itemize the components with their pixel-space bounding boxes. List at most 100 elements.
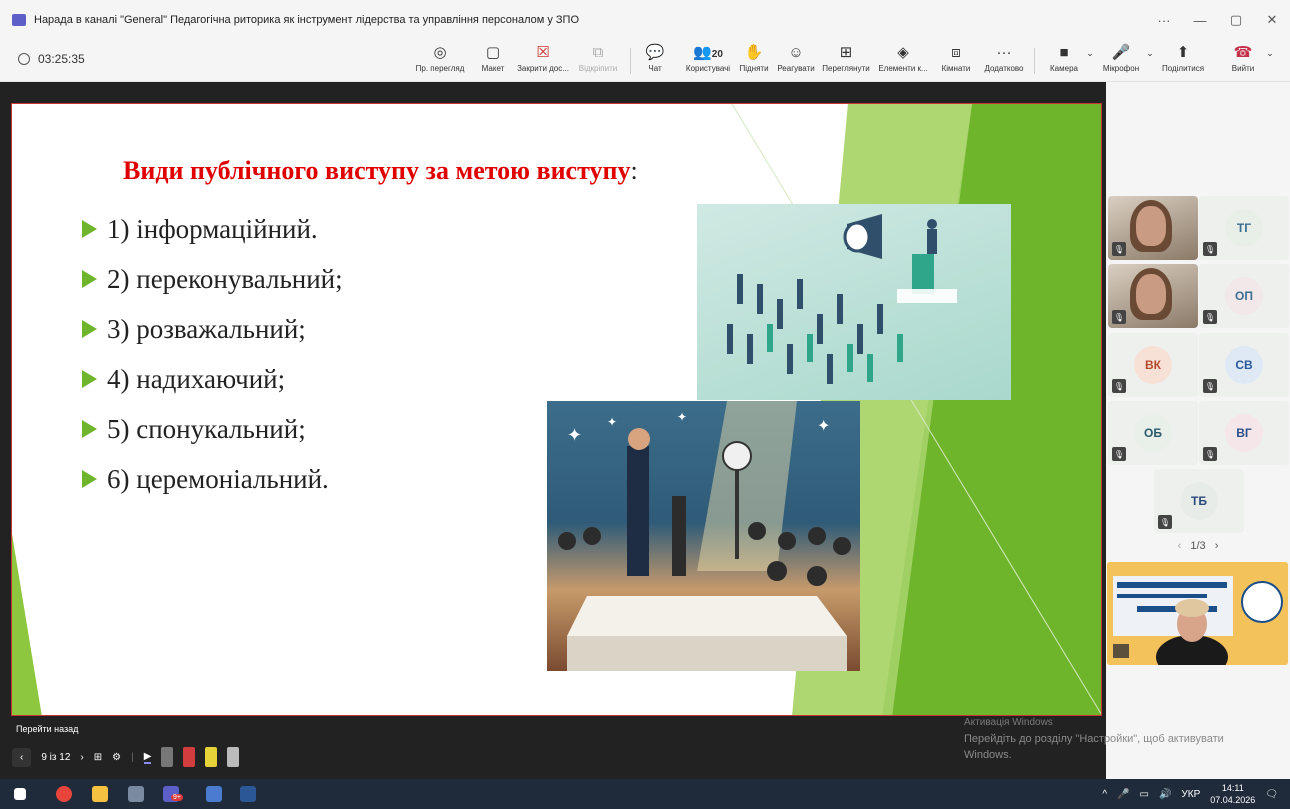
pen-icon[interactable]: [161, 747, 174, 767]
share-button[interactable]: ⬆ Поділитися: [1160, 40, 1206, 82]
popout-icon: ⧉: [592, 44, 604, 61]
chat-button[interactable]: 💬 Чат: [642, 40, 668, 82]
start-icon[interactable]: [14, 788, 26, 800]
apps-button[interactable]: ◈ Елементи к...: [877, 40, 929, 82]
slide-navigation: ‹ 9 із 12 › ⊞ ⚙ | ▶: [12, 742, 240, 772]
participant-tile[interactable]: ТГ 🎙: [1199, 196, 1289, 260]
presenter-video[interactable]: [1107, 562, 1288, 665]
list-item: 3) розважальний;: [82, 304, 343, 354]
mic-tray-icon[interactable]: 🎤: [1117, 789, 1129, 800]
app-icon[interactable]: [128, 786, 144, 802]
meeting-toolbar: 03:25:35 ◎ Пр. перегляд ▢ Макет ☒ Закрити д…: [0, 40, 1290, 82]
raise-hand-button[interactable]: ✋ Підняти: [737, 40, 771, 82]
list-item: 5) спонукальний;: [82, 404, 343, 454]
app-icon[interactable]: [206, 786, 222, 802]
chevron-up-icon[interactable]: ^: [1102, 789, 1107, 800]
participant-tile[interactable]: 🎙: [1108, 196, 1198, 260]
share-icon: ⬆: [1176, 44, 1190, 61]
popout-button[interactable]: ⧉ Відкріпити: [576, 40, 620, 82]
chevron-down-icon: ⌄: [1086, 48, 1094, 58]
view-button[interactable]: ⊞ Переглянути: [822, 40, 870, 82]
camera-button[interactable]: ■ Камера: [1046, 40, 1082, 82]
eraser-icon[interactable]: [227, 747, 240, 767]
next-page-button[interactable]: ›: [1215, 540, 1219, 552]
system-tray: ^ 🎤 ▭ 🔊 УКР 14:11 07.04.2026 🗨: [1102, 779, 1278, 809]
file-explorer-icon[interactable]: [92, 786, 108, 802]
avatar: ОП: [1225, 277, 1263, 315]
mic-off-icon: 🎙: [1203, 447, 1217, 461]
teams-taskbar-icon[interactable]: 9+: [163, 786, 183, 802]
people-icon: 👥20: [693, 44, 723, 61]
layout-button[interactable]: ▢ Макет: [478, 40, 508, 82]
close-window-button[interactable]: ✕: [1254, 0, 1290, 40]
bullet-arrow-icon: [82, 420, 97, 438]
toolbar-separator: [630, 48, 631, 74]
svg-text:✦: ✦: [607, 415, 617, 429]
next-slide-button[interactable]: ›: [80, 752, 83, 763]
more-icon: ···: [996, 44, 1012, 61]
more-button[interactable]: ··· Додатково: [982, 40, 1026, 82]
red-pen-icon[interactable]: [183, 747, 196, 767]
word-icon[interactable]: [240, 786, 256, 802]
window-controls: ··· — ▢ ✕: [1146, 0, 1290, 40]
participant-tile[interactable]: ВК 🎙: [1108, 333, 1198, 397]
participant-tile[interactable]: СВ 🎙: [1199, 333, 1289, 397]
language-indicator[interactable]: УКР: [1181, 789, 1200, 800]
bullet-arrow-icon: [82, 370, 97, 388]
teams-icon: [12, 14, 26, 26]
chat-icon: 💬: [645, 44, 665, 61]
mic-off-icon: 🎙: [1203, 379, 1217, 393]
prev-slide-button[interactable]: ‹: [12, 747, 32, 767]
crowd-illustration: [697, 204, 1011, 400]
participants-button[interactable]: 👥20 Користувачі: [680, 40, 736, 82]
stop-sharing-button[interactable]: ☒ Закрити дос...: [515, 40, 571, 82]
participant-tile[interactable]: ВГ 🎙: [1199, 401, 1289, 465]
mic-options-button[interactable]: ⌄: [1144, 40, 1156, 82]
participant-tile[interactable]: ОБ 🎙: [1108, 401, 1198, 465]
prev-page-button[interactable]: ‹: [1178, 540, 1182, 552]
react-button[interactable]: ☺ Реагувати: [776, 40, 816, 82]
mic-off-icon: 🎙: [1203, 310, 1217, 324]
participant-tile[interactable]: 🎙: [1108, 264, 1198, 328]
svg-text:✦: ✦: [817, 418, 830, 435]
bullet-list: 1) інформаційний. 2) переконувальний; 3)…: [82, 204, 343, 504]
microphone-button[interactable]: 🎤 Мікрофон: [1100, 40, 1142, 82]
leave-button[interactable]: ☎ Вийти: [1228, 40, 1258, 82]
restore-button[interactable]: ▢: [1218, 0, 1254, 40]
avatar: ОБ: [1134, 414, 1172, 452]
participant-count: 20: [711, 49, 723, 60]
mic-off-icon: 🎙: [1112, 242, 1126, 256]
chevron-down-icon: ⌄: [1146, 48, 1154, 58]
go-back-tooltip: Перейти назад: [8, 720, 87, 738]
bullet-arrow-icon: [82, 320, 97, 338]
preview-button[interactable]: ◎ Пр. перегляд: [416, 40, 465, 82]
avatar: ТБ: [1180, 482, 1218, 520]
leave-options-button[interactable]: ⌄: [1264, 40, 1276, 82]
participant-tile[interactable]: ТБ 🎙: [1154, 469, 1244, 533]
rooms-button[interactable]: ⧈ Кімнати: [940, 40, 972, 82]
minimize-button[interactable]: —: [1182, 0, 1218, 40]
avatar: ВГ: [1225, 414, 1263, 452]
window-titlebar: Нарада в каналі "General" Педагогічна ри…: [0, 0, 1290, 40]
notifications-icon[interactable]: 🗨: [1265, 789, 1278, 800]
list-item: 6) церемоніальний.: [82, 454, 343, 504]
settings-sliders-icon[interactable]: ⚙: [112, 752, 121, 763]
svg-text:✦: ✦: [567, 425, 582, 445]
apps-icon: ◈: [897, 44, 909, 61]
mic-icon: 🎤: [1111, 44, 1131, 61]
volume-icon[interactable]: 🔊: [1159, 789, 1171, 800]
mic-off-icon: 🎙: [1112, 447, 1126, 461]
pointer-icon[interactable]: ▶: [143, 751, 152, 764]
separator: |: [131, 751, 134, 763]
participant-tile[interactable]: ОП 🎙: [1199, 264, 1289, 328]
highlighter-icon[interactable]: [205, 747, 218, 767]
clock[interactable]: 14:11 07.04.2026: [1210, 782, 1255, 806]
camera-options-button[interactable]: ⌄: [1084, 40, 1096, 82]
bullet-arrow-icon: [82, 220, 97, 238]
chrome-icon[interactable]: [56, 786, 72, 802]
window-title: Нарада в каналі "General" Педагогічна ри…: [34, 14, 580, 26]
avatar: ТГ: [1225, 209, 1263, 247]
more-window-button[interactable]: ···: [1146, 0, 1182, 40]
grid-view-icon[interactable]: ⊞: [94, 752, 102, 763]
network-icon[interactable]: ▭: [1139, 789, 1148, 800]
